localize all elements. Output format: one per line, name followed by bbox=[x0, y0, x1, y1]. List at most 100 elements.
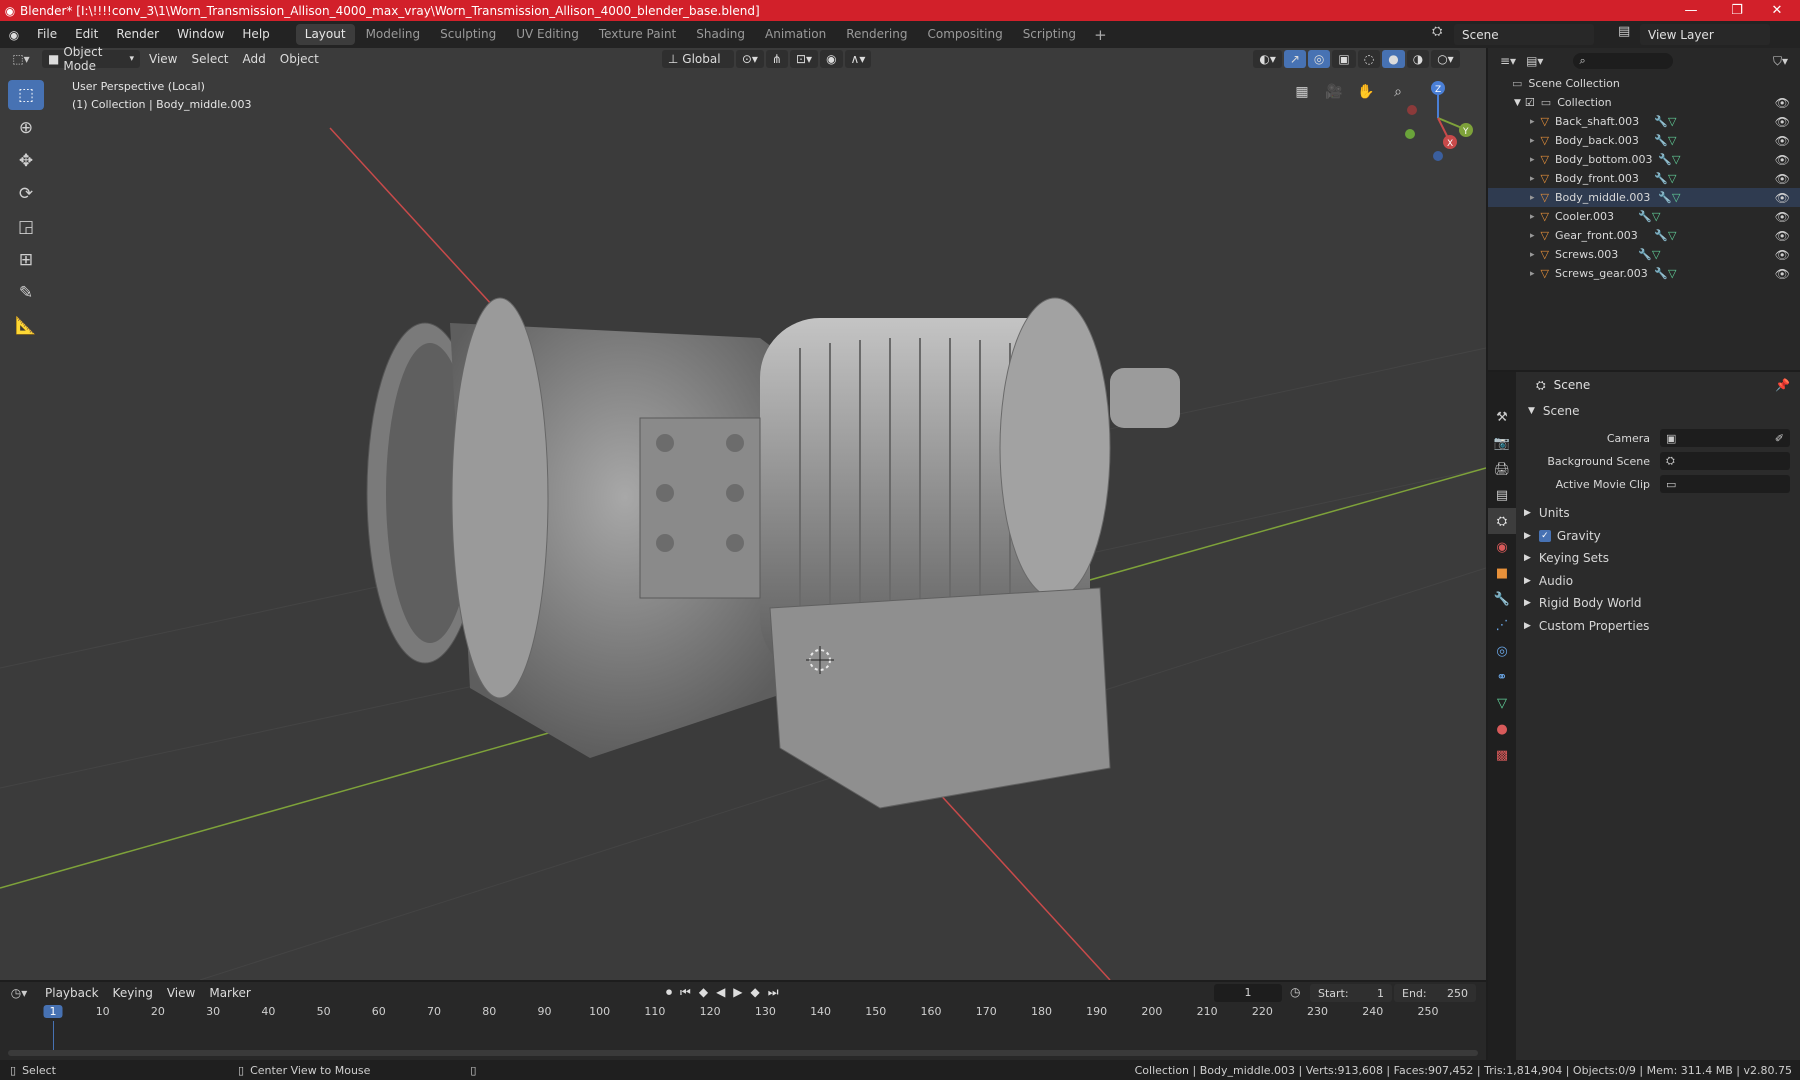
shading-material[interactable]: ◑ bbox=[1406, 50, 1430, 68]
properties-section-row[interactable]: ▶ Rigid Body World bbox=[1524, 592, 1641, 614]
menu-help[interactable]: Help bbox=[233, 21, 278, 48]
timeline-menu-playback[interactable]: Playback bbox=[38, 986, 106, 1000]
select-box-tool-icon[interactable]: ⬚ bbox=[8, 80, 44, 110]
tool-settings-tab-icon[interactable]: ⚒ bbox=[1488, 404, 1516, 430]
eye-icon[interactable]: 👁 bbox=[1775, 134, 1790, 148]
particles-tab-icon[interactable]: ⋰ bbox=[1488, 612, 1516, 638]
scene-panel-header[interactable]: ▼ Scene bbox=[1528, 400, 1580, 422]
tab-sculpting[interactable]: Sculpting bbox=[431, 24, 505, 45]
modifier-icon[interactable]: 🔧 bbox=[1654, 267, 1668, 280]
outliner-object-row[interactable]: ▸ ▽ Body_bottom.003 🔧 ▽ 👁 bbox=[1488, 150, 1800, 169]
eye-icon[interactable]: 👁 bbox=[1775, 248, 1790, 262]
tab-rendering[interactable]: Rendering bbox=[837, 24, 916, 45]
outliner-object-row[interactable]: ▸ ▽ Gear_front.003 🔧 ▽ 👁 bbox=[1488, 226, 1800, 245]
mesh-data-icon[interactable]: ▽ bbox=[1668, 229, 1676, 242]
modifier-tab-icon[interactable]: 🔧 bbox=[1488, 586, 1516, 612]
outliner-object-row[interactable]: ▸ ▽ Screws.003 🔧 ▽ 👁 bbox=[1488, 245, 1800, 264]
viewport-menu-select[interactable]: Select bbox=[184, 52, 235, 66]
properties-section-row[interactable]: ▶ Keying Sets bbox=[1524, 547, 1609, 569]
timeline-menu-keying[interactable]: Keying bbox=[106, 986, 160, 1000]
expand-icon[interactable]: ▸ bbox=[1530, 269, 1535, 279]
expand-icon[interactable]: ▸ bbox=[1530, 212, 1535, 222]
falloff-button[interactable]: ∧▾ bbox=[844, 50, 872, 68]
modifier-icon[interactable]: 🔧 bbox=[1658, 153, 1672, 166]
timeline-menu-marker[interactable]: Marker bbox=[202, 986, 257, 1000]
blender-menu-icon[interactable]: ◉ bbox=[0, 28, 28, 42]
mesh-data-icon[interactable]: ▽ bbox=[1668, 172, 1676, 185]
expand-icon[interactable]: ▸ bbox=[1530, 193, 1535, 203]
timeline-editor-icon[interactable]: ◷▾ bbox=[0, 986, 38, 1000]
xray-toggle[interactable]: ▣ bbox=[1332, 50, 1356, 68]
eye-icon[interactable]: 👁 bbox=[1775, 191, 1790, 205]
measure-tool-icon[interactable]: 📐 bbox=[8, 311, 44, 341]
constraints-tab-icon[interactable]: ⚭ bbox=[1488, 664, 1516, 690]
eye-icon[interactable]: 👁 bbox=[1775, 229, 1790, 243]
cursor-tool-icon[interactable]: ⊕ bbox=[8, 113, 44, 143]
mesh-data-icon[interactable]: ▽ bbox=[1668, 267, 1676, 280]
outliner-object-row[interactable]: ▸ ▽ Screws_gear.003 🔧 ▽ 👁 bbox=[1488, 264, 1800, 283]
outliner-object-row[interactable]: ▸ ▽ Body_middle.003 🔧 ▽ 👁 bbox=[1488, 188, 1800, 207]
menu-file[interactable]: File bbox=[28, 21, 66, 48]
mesh-data-icon[interactable]: ▽ bbox=[1672, 191, 1680, 204]
eye-icon[interactable]: 👁 bbox=[1775, 210, 1790, 224]
shading-solid[interactable]: ● bbox=[1382, 50, 1405, 68]
tab-uv-editing[interactable]: UV Editing bbox=[507, 24, 588, 45]
mesh-data-icon[interactable]: ▽ bbox=[1668, 134, 1676, 147]
modifier-icon[interactable]: 🔧 bbox=[1638, 248, 1652, 261]
move-tool-icon[interactable]: ✥ bbox=[8, 146, 44, 176]
expand-icon[interactable]: ▸ bbox=[1530, 136, 1535, 146]
add-workspace-icon[interactable]: + bbox=[1086, 26, 1115, 44]
menu-render[interactable]: Render bbox=[107, 21, 168, 48]
menu-edit[interactable]: Edit bbox=[66, 21, 107, 48]
data-tab-icon[interactable]: ▽ bbox=[1488, 690, 1516, 716]
zoom-icon[interactable]: ⌕ bbox=[1386, 80, 1410, 104]
overlays-toggle[interactable]: ◎ bbox=[1307, 50, 1331, 68]
tab-compositing[interactable]: Compositing bbox=[918, 24, 1011, 45]
gravity-checkbox[interactable]: ✓ bbox=[1538, 529, 1551, 542]
minimize-icon[interactable]: — bbox=[1668, 0, 1714, 21]
modifier-icon[interactable]: 🔧 bbox=[1638, 210, 1652, 223]
display-mode-icon[interactable]: ▤▾ bbox=[1526, 54, 1543, 68]
tab-texture-paint[interactable]: Texture Paint bbox=[590, 24, 685, 45]
collection-row[interactable]: ▼ ☑ ▭ Collection 👁 bbox=[1488, 93, 1800, 112]
current-frame-field[interactable]: 1 bbox=[1214, 984, 1282, 1002]
scene-selector-icon[interactable]: ⛭ bbox=[1432, 24, 1442, 39]
background-scene-field[interactable]: ⛭ bbox=[1660, 452, 1790, 470]
outliner-object-row[interactable]: ▸ ▽ Cooler.003 🔧 ▽ 👁 bbox=[1488, 207, 1800, 226]
menu-window[interactable]: Window bbox=[168, 21, 233, 48]
view-layer-icon[interactable]: ▤ bbox=[1618, 24, 1630, 39]
visibility-button[interactable]: ◐▾ bbox=[1253, 50, 1282, 68]
mode-selector[interactable]: ■ Object Mode ▾ bbox=[42, 45, 140, 73]
modifier-icon[interactable]: 🔧 bbox=[1654, 172, 1668, 185]
properties-section-row[interactable]: ▶ Audio bbox=[1524, 570, 1573, 592]
view-layer-field[interactable]: View Layer bbox=[1640, 24, 1770, 45]
expand-icon[interactable]: ▸ bbox=[1530, 155, 1535, 165]
expand-icon[interactable]: ▸ bbox=[1530, 231, 1535, 241]
transform-orientation-dropdown[interactable]: ⊥ Global bbox=[661, 50, 734, 68]
scene-tab-icon[interactable]: ⛭ bbox=[1488, 508, 1516, 534]
tab-layout[interactable]: Layout bbox=[295, 24, 355, 45]
modifier-icon[interactable]: 🔧 bbox=[1654, 115, 1668, 128]
eye-icon[interactable]: 👁 bbox=[1775, 96, 1790, 110]
material-tab-icon[interactable]: ● bbox=[1488, 716, 1516, 742]
pin-icon[interactable]: 📌 bbox=[1775, 378, 1790, 392]
eye-icon[interactable]: 👁 bbox=[1775, 172, 1790, 186]
eye-icon[interactable]: 👁 bbox=[1775, 115, 1790, 129]
perspective-grid-icon[interactable]: ▦ bbox=[1290, 80, 1314, 104]
modifier-icon[interactable]: 🔧 bbox=[1654, 134, 1668, 147]
active-movie-clip-field[interactable]: ▭ bbox=[1660, 475, 1790, 493]
record-icon[interactable]: ⏺ bbox=[666, 985, 672, 1000]
modifier-icon[interactable]: 🔧 bbox=[1658, 191, 1672, 204]
close-icon[interactable]: ✕ bbox=[1754, 0, 1800, 21]
rotate-tool-icon[interactable]: ⟳ bbox=[8, 179, 44, 209]
eyedropper-icon[interactable]: ✐ bbox=[1775, 432, 1784, 445]
camera-field[interactable]: ▣ ✐ bbox=[1660, 429, 1790, 447]
viewport-menu-add[interactable]: Add bbox=[236, 52, 273, 66]
outliner-editor-icon[interactable]: ≡▾ bbox=[1500, 54, 1516, 68]
jump-start-icon[interactable]: ⏮ bbox=[680, 985, 691, 1000]
pivot-point-button[interactable]: ⊙▾ bbox=[735, 50, 764, 68]
mesh-data-icon[interactable]: ▽ bbox=[1652, 210, 1660, 223]
end-frame-field[interactable]: End: 250 bbox=[1394, 984, 1476, 1002]
jump-end-icon[interactable]: ⏭ bbox=[768, 985, 779, 1000]
editor-type-icon[interactable]: ⬚▾ bbox=[0, 52, 42, 66]
